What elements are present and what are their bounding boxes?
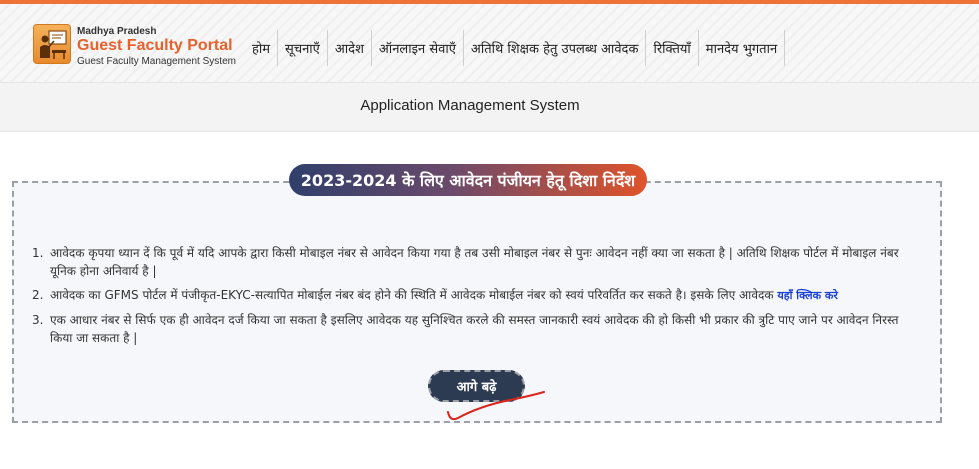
- brand-state: Madhya Pradesh: [77, 26, 157, 37]
- nav-item-orders[interactable]: आदेश: [328, 30, 372, 66]
- list-item: 2. आवेदक का GFMS पोर्टल में पंजीकृत-EKYC…: [32, 286, 922, 305]
- list-number: 2.: [32, 288, 44, 302]
- list-item: 1. आवेदक कृपया ध्यान दें कि पूर्व में यद…: [32, 244, 922, 280]
- nav-item-honorarium-payment[interactable]: मानदेय भुगतान: [699, 30, 786, 66]
- brand-title[interactable]: Guest Faculty Portal: [77, 37, 233, 55]
- nav-item-notices[interactable]: सूचनाएँ: [278, 30, 328, 66]
- teacher-board-icon[interactable]: [33, 24, 71, 64]
- main-nav: होम सूचनाएँ आदेश ऑनलाइन सेवाएँ अतिथि शिक…: [245, 30, 786, 66]
- nav-item-online-services[interactable]: ऑनलाइन सेवाएँ: [372, 30, 464, 66]
- site-header: Madhya Pradesh Guest Faculty Portal Gues…: [0, 4, 979, 82]
- nav-item-home[interactable]: होम: [245, 30, 279, 66]
- subheader-bar: Application Management System: [0, 82, 979, 132]
- list-text: आवेदक कृपया ध्यान दें कि पूर्व में यदि आ…: [50, 246, 899, 278]
- list-number: 1.: [32, 246, 44, 260]
- list-text: एक आधार नंबर से सिर्फ एक ही आवेदन दर्ज क…: [50, 313, 899, 345]
- nav-item-available-applicants[interactable]: अतिथि शिक्षक हेतु उपलब्ध आवेदक: [464, 30, 647, 66]
- list-item: 3. एक आधार नंबर से सिर्फ एक ही आवेदन दर्…: [32, 311, 922, 347]
- click-here-link[interactable]: यहाँ क्लिक करे: [777, 289, 837, 302]
- page-title: Application Management System: [360, 97, 580, 114]
- list-number: 3.: [32, 313, 44, 327]
- nav-item-vacancies[interactable]: रिक्तियाँ: [646, 30, 699, 66]
- guidelines-title: 2023-2024 के लिए आवेदन पंजीयन हेतू दिशा …: [289, 164, 647, 196]
- brand-subtitle: Guest Faculty Management System: [77, 56, 236, 67]
- guidelines-list: 1. आवेदक कृपया ध्यान दें कि पूर्व में यद…: [32, 244, 922, 353]
- red-annotation-mark: [447, 391, 545, 421]
- list-text: आवेदक का GFMS पोर्टल में पंजीकृत-EKYC-सत…: [50, 288, 778, 302]
